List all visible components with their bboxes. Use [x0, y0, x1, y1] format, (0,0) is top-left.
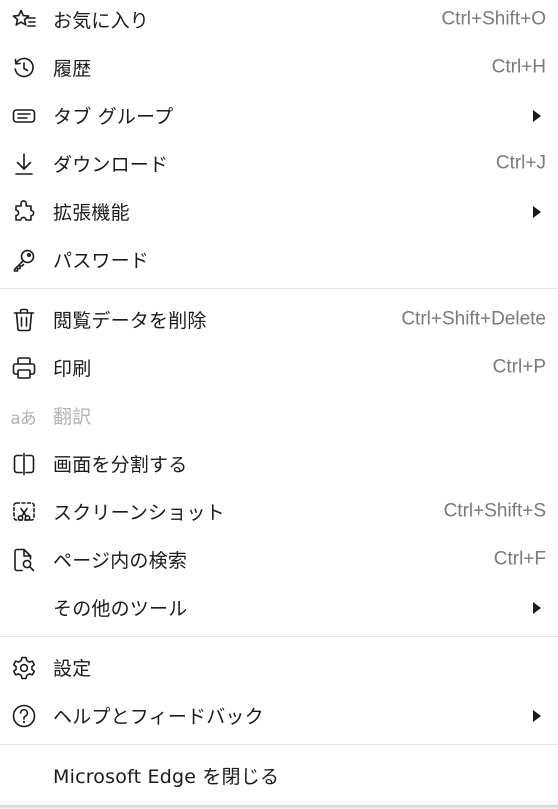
menu-item-extensions[interactable]: 拡張機能: [0, 188, 558, 236]
menu-item-label: 画面を分割する: [53, 453, 188, 476]
gear-icon: [11, 655, 37, 681]
translate-icon: aあ: [10, 408, 36, 429]
history-icon: [11, 55, 37, 81]
menu-item-label: 翻訳: [53, 405, 92, 428]
menu-group-1: お気に入り Ctrl+Shift+O 履歴 Ctrl+H タブ グループ ダウン…: [0, 0, 558, 284]
menu-item-split-screen[interactable]: 画面を分割する: [0, 440, 558, 488]
key-icon: [11, 247, 37, 273]
trash-icon: [11, 307, 37, 333]
menu-item-history[interactable]: 履歴 Ctrl+H: [0, 44, 558, 92]
download-icon: [11, 151, 37, 177]
menu-item-screenshot[interactable]: スクリーンショット Ctrl+Shift+S: [0, 488, 558, 536]
menu-item-shortcut: Ctrl+Shift+Delete: [401, 308, 546, 330]
menu-item-clear-browsing-data[interactable]: 閲覧データを削除 Ctrl+Shift+Delete: [0, 296, 558, 344]
menu-item-shortcut: Ctrl+P: [492, 356, 546, 378]
menu-item-label: 履歴: [53, 57, 92, 80]
menu-item-shortcut: Ctrl+Shift+O: [441, 8, 546, 30]
menu-item-label: ダウンロード: [53, 153, 169, 176]
menu-item-label: パスワード: [53, 249, 150, 272]
menu-item-label: スクリーンショット: [53, 501, 225, 524]
find-on-page-icon: [11, 547, 37, 573]
menu-group-4: Microsoft Edge を閉じる: [0, 752, 558, 800]
menu-item-label: Microsoft Edge を閉じる: [53, 765, 280, 788]
menu-item-label: 拡張機能: [53, 201, 130, 224]
menu-item-print[interactable]: 印刷 Ctrl+P: [0, 344, 558, 392]
menu-group-3: 設定 ヘルプとフィードバック: [0, 644, 558, 740]
submenu-arrow-icon: [533, 206, 541, 218]
printer-icon: [11, 355, 37, 381]
menu-divider: [0, 636, 558, 637]
menu-item-help-feedback[interactable]: ヘルプとフィードバック: [0, 692, 558, 740]
screenshot-icon: [11, 499, 37, 525]
menu-bottom-edge: [0, 805, 558, 809]
menu-item-shortcut: Ctrl+J: [495, 152, 546, 174]
extensions-icon: [11, 199, 37, 225]
menu-item-find-on-page[interactable]: ページ内の検索 Ctrl+F: [0, 536, 558, 584]
menu-divider: [0, 288, 558, 289]
menu-item-label: 閲覧データを削除: [53, 309, 207, 332]
menu-item-label: ページ内の検索: [53, 549, 188, 572]
favorites-icon: [11, 7, 37, 33]
menu-item-close-edge[interactable]: Microsoft Edge を閉じる: [0, 752, 558, 800]
menu-item-translate[interactable]: aあ 翻訳: [0, 392, 558, 440]
menu-group-2: 閲覧データを削除 Ctrl+Shift+Delete 印刷 Ctrl+P aあ …: [0, 296, 558, 632]
menu-item-favorites[interactable]: お気に入り Ctrl+Shift+O: [0, 0, 558, 44]
menu-item-shortcut: Ctrl+H: [491, 56, 546, 78]
menu-item-label: タブ グループ: [53, 105, 174, 128]
menu-item-tab-groups[interactable]: タブ グループ: [0, 92, 558, 140]
submenu-arrow-icon: [533, 710, 541, 722]
submenu-arrow-icon: [533, 602, 541, 614]
split-screen-icon: [11, 451, 37, 477]
submenu-arrow-icon: [533, 110, 541, 122]
browser-settings-menu: お気に入り Ctrl+Shift+O 履歴 Ctrl+H タブ グループ ダウン…: [0, 0, 558, 805]
menu-item-shortcut: Ctrl+Shift+S: [443, 500, 546, 522]
menu-item-label: 設定: [53, 657, 92, 680]
menu-item-label: 印刷: [53, 357, 92, 380]
menu-divider: [0, 744, 558, 745]
menu-item-settings[interactable]: 設定: [0, 644, 558, 692]
menu-item-more-tools[interactable]: その他のツール: [0, 584, 558, 632]
menu-item-downloads[interactable]: ダウンロード Ctrl+J: [0, 140, 558, 188]
menu-item-shortcut: Ctrl+F: [493, 548, 546, 570]
tab-groups-icon: [11, 103, 37, 129]
menu-item-passwords[interactable]: パスワード: [0, 236, 558, 284]
menu-item-label: お気に入り: [53, 9, 150, 32]
help-icon: [11, 703, 37, 729]
menu-item-label: ヘルプとフィードバック: [53, 705, 264, 728]
menu-item-label: その他のツール: [53, 597, 188, 620]
